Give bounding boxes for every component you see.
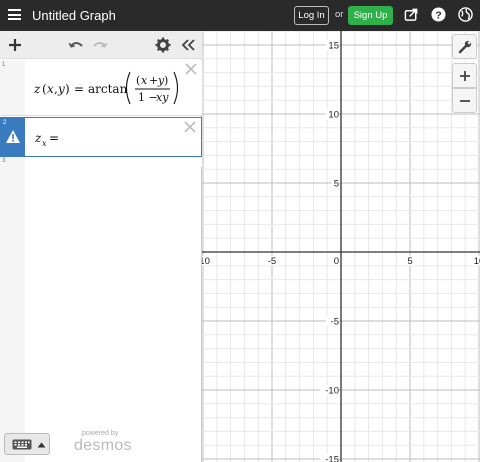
x-tick-label: 10 (474, 256, 480, 267)
svg-text:xy: xy (156, 91, 169, 104)
delete-expression-icon[interactable] (185, 63, 197, 75)
svg-text:arctan: arctan (88, 82, 128, 96)
redo-icon[interactable] (92, 37, 108, 53)
graph-settings-button[interactable] (452, 34, 477, 59)
x-tick-label: -5 (268, 256, 276, 267)
language-globe-icon[interactable] (458, 7, 473, 22)
svg-text:z: z (33, 82, 41, 96)
collapse-panel-icon[interactable] (180, 37, 196, 53)
expression-number: 1 (2, 62, 6, 68)
graph-paper[interactable]: -10 -5 0 5 10 15 10 5 -5 -10 -15 (202, 31, 480, 462)
expression-panel: 1 z ( x , y ) = arctan ( x + y ) 1 − xy … (0, 31, 202, 462)
svg-text:y: y (57, 82, 65, 96)
y-tick-label: -15 (325, 455, 339, 462)
y-tick-label: -5 (331, 317, 339, 328)
expression-gutter (0, 60, 25, 115)
expression-number: 2 (3, 120, 7, 126)
minus-icon (460, 100, 470, 102)
help-icon[interactable]: ? (431, 7, 446, 22)
login-button[interactable]: Log In (294, 6, 329, 25)
svg-text:(: ( (42, 82, 47, 96)
expression-row-2[interactable]: 2 z x = (0, 117, 202, 157)
keyboard-icon (12, 439, 32, 450)
x-tick-label: 0 (334, 256, 339, 267)
signup-button[interactable]: Sign Up (348, 6, 393, 25)
menu-icon[interactable] (8, 9, 21, 20)
zoom-in-button[interactable] (452, 63, 477, 88)
svg-text:x: x (42, 139, 47, 148)
svg-text:?: ? (435, 10, 441, 21)
x-tick-label: 5 (407, 256, 412, 267)
top-bar: Untitled Graph Log In or Sign Up ? (0, 0, 480, 31)
svg-text:+: + (149, 74, 158, 87)
delete-expression-icon[interactable] (184, 121, 196, 133)
expression-row-1[interactable]: 1 z ( x , y ) = arctan ( x + y ) 1 − xy (0, 60, 202, 116)
zoom-out-button[interactable] (452, 88, 477, 113)
share-icon[interactable] (404, 7, 419, 22)
warning-icon[interactable] (5, 129, 21, 144)
svg-text:x: x (141, 74, 148, 87)
or-label: or (335, 9, 344, 20)
expression-gutter (0, 157, 25, 462)
graph-title[interactable]: Untitled Graph (32, 8, 116, 23)
svg-text:=: = (74, 82, 84, 96)
svg-text:1 −: 1 − (138, 91, 158, 104)
y-tick-label: 10 (328, 110, 339, 121)
expression-toolbar (0, 31, 202, 59)
settings-gear-icon[interactable] (155, 37, 171, 53)
svg-text:): ) (65, 82, 70, 96)
svg-text:=: = (49, 131, 59, 145)
svg-text:): ) (164, 74, 168, 87)
add-item-icon[interactable] (7, 37, 23, 53)
y-tick-label: 5 (334, 179, 339, 190)
caret-up-icon (37, 442, 46, 448)
expression-math[interactable]: z ( x , y ) = arctan ( x + y ) 1 − xy (32, 66, 182, 110)
expression-row-3[interactable]: 3 (0, 157, 202, 462)
powered-by-label: powered by (82, 430, 119, 437)
keyboard-toggle-button[interactable] (4, 433, 50, 455)
svg-text:x: x (47, 82, 54, 96)
wrench-icon (458, 40, 472, 54)
plus-icon (460, 71, 470, 81)
undo-icon[interactable] (68, 37, 84, 53)
svg-text:z: z (34, 131, 42, 145)
y-tick-label: -10 (325, 386, 339, 397)
expression-number: 3 (2, 158, 6, 164)
x-tick-label: -10 (202, 256, 210, 267)
svg-text:(: ( (136, 74, 140, 87)
y-tick-label: 15 (328, 41, 339, 52)
desmos-logo[interactable]: desmos (74, 437, 132, 455)
expression-math[interactable]: z x = (34, 128, 74, 150)
